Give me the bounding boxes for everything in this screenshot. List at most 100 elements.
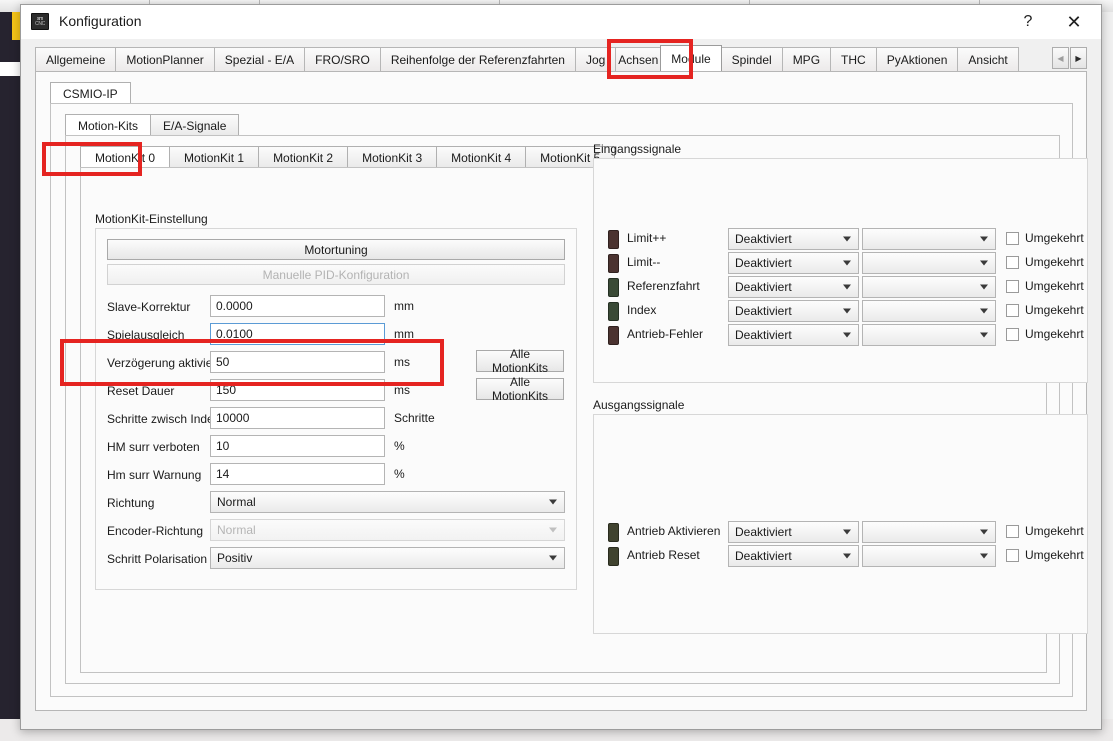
input-signals-label: Eingangssignale <box>593 142 681 156</box>
input-hm-surr-verboten[interactable] <box>210 435 385 457</box>
input-hm-surr-warnung[interactable] <box>210 463 385 485</box>
tab-module[interactable]: Module <box>660 45 721 71</box>
combo-limit-minus-mode-value: Deaktiviert <box>735 256 792 270</box>
label-referenzfahrt-inverted: Umgekehrt <box>1025 279 1084 293</box>
label-schritt-polarisation: Schritt Polarisation <box>107 552 207 566</box>
combo-limit-plus-port[interactable] <box>862 228 996 250</box>
tab-achsen[interactable]: Achsen <box>615 47 661 71</box>
module-content-panel: CSMIO-IP Motion-Kits E/A-Signale MotionK… <box>35 71 1087 711</box>
tab-motionkit-1[interactable]: MotionKit 1 <box>169 146 259 168</box>
tab-mpg[interactable]: MPG <box>782 47 831 71</box>
tab-motionplanner[interactable]: MotionPlanner <box>115 47 214 71</box>
signal-row-limit-minus: Limit-- Deaktiviert Umge <box>594 252 1087 276</box>
chevron-down-icon <box>980 530 988 535</box>
label-slave-korrektur: Slave-Korrektur <box>107 300 190 314</box>
tab-motionkit-2[interactable]: MotionKit 2 <box>258 146 348 168</box>
status-led-limit-minus <box>608 254 619 273</box>
label-spielausgleich: Spielausgleich <box>107 328 184 342</box>
combo-antrieb-aktivieren-mode[interactable]: Deaktiviert <box>728 521 859 543</box>
field-row-hm-surr-verboten: HM surr verboten % <box>96 435 576 463</box>
label-index-inverted: Umgekehrt <box>1025 303 1084 317</box>
csmio-ip-panel: Motion-Kits E/A-Signale MotionKit 0 Moti… <box>50 103 1073 697</box>
field-row-reset-dauer: Reset Dauer ms Alle MotionKits <box>96 379 576 407</box>
tab-motionkit-0[interactable]: MotionKit 0 <box>80 146 170 168</box>
input-slave-korrektur[interactable] <box>210 295 385 317</box>
motionkit-settings-label: MotionKit-Einstellung <box>95 212 208 226</box>
tab-motionkit-3[interactable]: MotionKit 3 <box>347 146 437 168</box>
input-verzoegerung-aktivieren[interactable] <box>210 351 385 373</box>
label-antrieb-fehler-inverted: Umgekehrt <box>1025 327 1084 341</box>
checkbox-antrieb-fehler-inverted[interactable] <box>1006 328 1019 341</box>
chevron-down-icon <box>549 556 557 561</box>
combo-limit-minus-mode[interactable]: Deaktiviert <box>728 252 859 274</box>
tab-ea-signale[interactable]: E/A-Signale <box>150 114 239 136</box>
checkbox-limit-plus-inverted[interactable] <box>1006 232 1019 245</box>
checkbox-antrieb-reset-inverted[interactable] <box>1006 549 1019 562</box>
tab-spezial-ea[interactable]: Spezial - E/A <box>214 47 305 71</box>
konfiguration-dialog: sm CNC Konfiguration ? ✕ Allgemeine Moti… <box>20 4 1102 730</box>
motortuning-button[interactable]: Motortuning <box>107 239 565 260</box>
input-reset-dauer[interactable] <box>210 379 385 401</box>
window-title: Konfiguration <box>59 13 142 29</box>
combo-referenzfahrt-mode-value: Deaktiviert <box>735 280 792 294</box>
unit-slave-korrektur: mm <box>394 299 414 313</box>
combo-limit-plus-mode[interactable]: Deaktiviert <box>728 228 859 250</box>
tab-motionkit-4[interactable]: MotionKit 4 <box>436 146 526 168</box>
input-schritte-zwisch-index[interactable] <box>210 407 385 429</box>
combo-antrieb-reset-port[interactable] <box>862 545 996 567</box>
field-row-richtung: Richtung Normal <box>96 491 576 519</box>
output-signals-group: Antrieb Aktivieren Deaktiviert <box>593 414 1088 634</box>
tab-pyaktionen[interactable]: PyAktionen <box>876 47 959 71</box>
tab-fro-sro[interactable]: FRO/SRO <box>304 47 381 71</box>
close-icon[interactable]: ✕ <box>1051 5 1097 39</box>
chevron-down-icon <box>549 528 557 533</box>
main-tab-strip: Allgemeine MotionPlanner Spezial - E/A F… <box>35 47 1087 71</box>
input-spielausgleich[interactable] <box>210 323 385 345</box>
label-antrieb-reset-inverted: Umgekehrt <box>1025 548 1084 562</box>
chevron-down-icon <box>980 261 988 266</box>
combo-referenzfahrt-mode[interactable]: Deaktiviert <box>728 276 859 298</box>
combo-index-port[interactable] <box>862 300 996 322</box>
unit-reset-dauer: ms <box>394 383 410 397</box>
combo-schritt-polarisation-value: Positiv <box>217 551 252 565</box>
tab-csmio-ip[interactable]: CSMIO-IP <box>50 82 131 104</box>
unit-hm-surr-warnung: % <box>394 467 405 481</box>
combo-antrieb-aktivieren-port[interactable] <box>862 521 996 543</box>
unit-hm-surr-verboten: % <box>394 439 405 453</box>
combo-schritt-polarisation[interactable]: Positiv <box>210 547 565 569</box>
alle-motionkits-button-verzoegerung[interactable]: Alle MotionKits <box>476 350 564 372</box>
unit-schritte-zwisch-index: Schritte <box>394 411 435 425</box>
chevron-down-icon <box>843 309 851 314</box>
chevron-down-icon <box>980 237 988 242</box>
checkbox-index-inverted[interactable] <box>1006 304 1019 317</box>
tab-ansicht[interactable]: Ansicht <box>957 47 1018 71</box>
tab-motion-kits[interactable]: Motion-Kits <box>65 114 151 136</box>
tab-allgemeine[interactable]: Allgemeine <box>35 47 116 71</box>
combo-limit-plus-mode-value: Deaktiviert <box>735 232 792 246</box>
combo-antrieb-fehler-mode[interactable]: Deaktiviert <box>728 324 859 346</box>
combo-limit-minus-port[interactable] <box>862 252 996 274</box>
status-led-referenzfahrt <box>608 278 619 297</box>
checkbox-antrieb-aktivieren-inverted[interactable] <box>1006 525 1019 538</box>
combo-richtung[interactable]: Normal <box>210 491 565 513</box>
tab-jog[interactable]: Jog <box>575 47 616 71</box>
combo-antrieb-reset-mode[interactable]: Deaktiviert <box>728 545 859 567</box>
scroll-left-icon[interactable]: ◀ <box>1052 47 1069 69</box>
combo-referenzfahrt-port[interactable] <box>862 276 996 298</box>
output-signals-label: Ausgangssignale <box>593 398 684 412</box>
combo-index-mode[interactable]: Deaktiviert <box>728 300 859 322</box>
help-icon[interactable]: ? <box>1005 5 1051 39</box>
checkbox-limit-minus-inverted[interactable] <box>1006 256 1019 269</box>
checkbox-referenzfahrt-inverted[interactable] <box>1006 280 1019 293</box>
unit-verzoegerung-aktivieren: ms <box>394 355 410 369</box>
chevron-down-icon <box>843 261 851 266</box>
tab-reihenfolge[interactable]: Reihenfolge der Referenzfahrten <box>380 47 576 71</box>
field-row-schritt-polarisation: Schritt Polarisation Positiv <box>96 547 576 575</box>
label-richtung: Richtung <box>107 496 154 510</box>
combo-antrieb-fehler-port[interactable] <box>862 324 996 346</box>
tab-thc[interactable]: THC <box>830 47 877 71</box>
alle-motionkits-button-reset-dauer[interactable]: Alle MotionKits <box>476 378 564 400</box>
label-hm-surr-warnung: Hm surr Warnung <box>107 468 201 482</box>
tab-spindel[interactable]: Spindel <box>721 47 783 71</box>
scroll-right-icon[interactable]: ▶ <box>1070 47 1087 69</box>
